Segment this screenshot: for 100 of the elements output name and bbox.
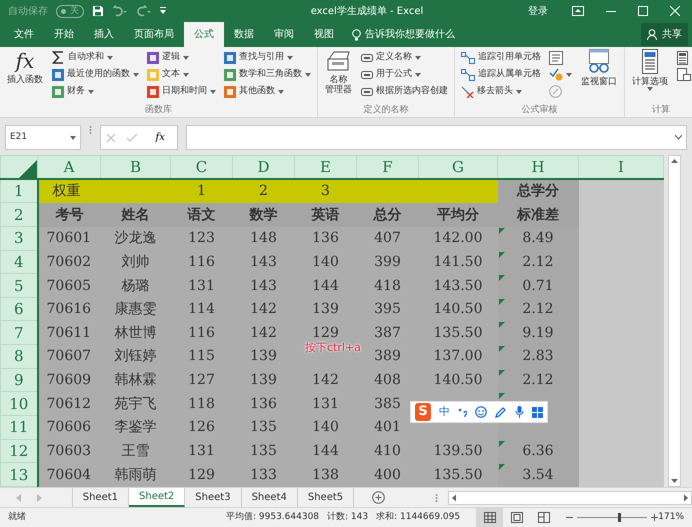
punctuation-icon[interactable] xyxy=(458,407,467,417)
zoom-level[interactable]: 171% xyxy=(658,510,684,524)
ribbon-button[interactable]: 文本 xyxy=(145,66,218,83)
redo-icon[interactable] xyxy=(136,5,152,17)
maximize-icon[interactable] xyxy=(638,6,648,16)
table-cell: 143 xyxy=(232,274,294,298)
ribbon-button[interactable]: 最近使用的函数 xyxy=(50,66,141,83)
ribbon-button[interactable]: 追踪引用单元格 xyxy=(459,49,543,66)
vertical-scrollbar[interactable] xyxy=(668,155,681,487)
expand-icon[interactable] xyxy=(675,135,682,140)
row-header[interactable]: 4 xyxy=(0,250,38,274)
undo-icon[interactable] xyxy=(112,5,128,17)
ribbon-button[interactable]: 用于公式 xyxy=(359,66,450,83)
column-header[interactable]: C xyxy=(170,156,232,180)
row-header[interactable]: 10 xyxy=(0,392,38,416)
formula-input[interactable] xyxy=(186,125,687,150)
ribbon-button[interactable]: 日期和时间 xyxy=(145,83,218,100)
view-button[interactable] xyxy=(476,508,504,527)
column-header[interactable]: B xyxy=(100,156,170,180)
input-mode[interactable]: 中 xyxy=(439,404,450,420)
column-header[interactable]: F xyxy=(356,156,418,180)
row-header[interactable]: 11 xyxy=(0,416,38,440)
ribbon-button[interactable]: 逻辑 xyxy=(145,49,218,66)
row-header[interactable]: 5 xyxy=(0,274,38,298)
ribbon-button[interactable]: 查找与引用 xyxy=(222,49,313,66)
row-header[interactable]: 2 xyxy=(0,202,38,226)
ribbon-button[interactable]: fx 插入函数 xyxy=(4,49,46,85)
pencil-icon[interactable] xyxy=(495,406,507,418)
ribbon-tab[interactable]: 审阅 xyxy=(264,22,304,47)
caret-icon xyxy=(88,90,94,94)
ribbon-button[interactable]: 移去箭头 xyxy=(459,83,543,100)
ribbon-tab[interactable]: 开始 xyxy=(44,22,84,47)
ribbon-tab[interactable]: 文件 xyxy=(4,22,44,47)
tile-icon xyxy=(52,86,64,98)
ribbon-button[interactable]: 监视窗口 xyxy=(578,49,620,87)
page-layout-icon xyxy=(511,512,524,523)
table-cell: 语文 xyxy=(170,202,232,226)
ribbon-button[interactable]: 计算选项 xyxy=(629,49,671,91)
sheet-tab[interactable]: Sheet2 xyxy=(129,488,186,507)
column-header[interactable]: H xyxy=(498,156,578,180)
column-header[interactable]: E xyxy=(294,156,356,180)
column-header[interactable]: I xyxy=(578,156,664,180)
close-icon[interactable] xyxy=(670,6,680,16)
table-cell: 139 xyxy=(232,368,294,392)
row-header[interactable]: 6 xyxy=(0,297,38,321)
check-icon[interactable] xyxy=(127,134,138,142)
name-box[interactable]: E21 xyxy=(5,125,81,150)
add-sheet-icon[interactable] xyxy=(372,491,386,504)
zoom-slider-thumb[interactable] xyxy=(618,513,622,522)
ribbon-button[interactable]: 自动求和 xyxy=(50,49,141,66)
customize-icon[interactable] xyxy=(160,7,166,15)
zoom-out-icon[interactable] xyxy=(566,514,574,521)
microphone-icon[interactable] xyxy=(515,406,524,418)
insert-function-button[interactable]: fx xyxy=(150,130,171,145)
ribbon-button[interactable]: 其他函数 xyxy=(222,83,313,100)
ribbon-button[interactable]: 根据所选内容创建 xyxy=(359,83,450,100)
column-header[interactable]: D xyxy=(232,156,294,180)
ribbon-tab[interactable]: 公式 xyxy=(184,22,224,47)
table-cell: 133 xyxy=(232,462,294,486)
ribbon-button[interactable]: 定义名称 xyxy=(359,49,450,66)
icon-button[interactable] xyxy=(675,66,692,83)
window-title: excel学生成绩单 - Excel xyxy=(310,6,424,16)
column-header[interactable]: G xyxy=(418,156,498,180)
ribbon-button[interactable]: 追踪从属单元格 xyxy=(459,66,543,83)
grid-icon[interactable] xyxy=(532,406,543,418)
table-cell: 136 xyxy=(294,226,356,250)
horizontal-scrollbar[interactable] xyxy=(448,490,692,504)
tile-icon xyxy=(224,52,236,64)
column-header[interactable]: A xyxy=(38,156,100,180)
ribbon-button[interactable]: 名称 管理器 xyxy=(322,49,355,95)
label-tag-icon xyxy=(361,52,373,64)
smiley-icon[interactable] xyxy=(475,406,487,418)
row-header[interactable]: 8 xyxy=(0,344,38,368)
row-header[interactable]: 12 xyxy=(0,439,38,463)
table-cell: 139 xyxy=(294,297,356,321)
ribbon-tab[interactable]: 插入 xyxy=(84,22,124,47)
table-cell: 70607 xyxy=(38,344,100,368)
tile-icon xyxy=(52,68,64,80)
ime-toolbar[interactable]: S 中 xyxy=(410,401,548,423)
ribbon-display-icon[interactable] xyxy=(572,6,584,16)
table-cell: 杨璐 xyxy=(100,274,170,298)
table-cell: 2.12 xyxy=(498,250,578,274)
page-break-icon xyxy=(538,512,550,523)
ribbon-tab[interactable]: 页面布局 xyxy=(124,22,184,47)
row-header[interactable]: 3 xyxy=(0,226,38,250)
table-cell: 142 xyxy=(232,297,294,321)
tell-me-prompt[interactable]: 告诉我你想要做什么 xyxy=(365,27,455,42)
sign-in-link[interactable]: 登录 xyxy=(528,4,548,18)
icon-button[interactable] xyxy=(547,66,574,83)
row-header[interactable]: 7 xyxy=(0,320,38,345)
ribbon-tab[interactable]: 视图 xyxy=(304,22,344,47)
ribbon-tab[interactable]: 数据 xyxy=(224,22,264,47)
ribbon-button[interactable]: 数学和三角函数 xyxy=(222,66,313,83)
row-header[interactable]: 13 xyxy=(0,462,38,486)
share-button[interactable]: 共享 xyxy=(641,23,688,46)
save-icon[interactable] xyxy=(92,5,104,17)
zoom-in-icon[interactable] xyxy=(651,514,658,521)
row-header[interactable]: 1 xyxy=(0,179,38,203)
ribbon-button[interactable]: 财务 xyxy=(50,83,141,100)
row-header[interactable]: 9 xyxy=(0,368,38,392)
